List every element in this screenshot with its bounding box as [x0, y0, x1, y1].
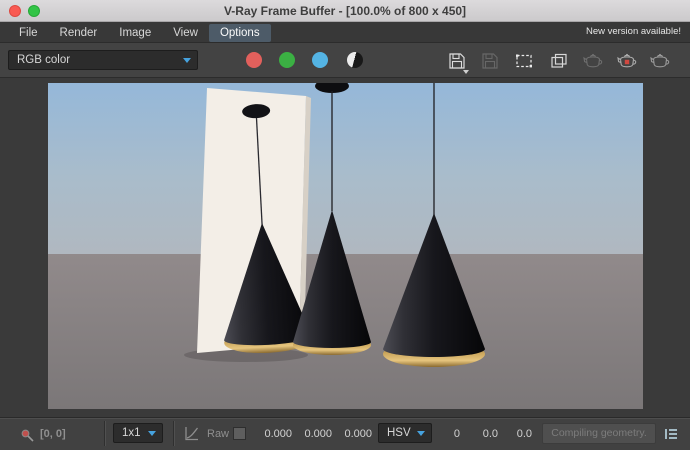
dropdown-arrow-icon [183, 58, 191, 63]
close-button[interactable] [9, 5, 21, 17]
region-render-icon [516, 54, 532, 67]
status-message: Compiling geometry. [542, 423, 656, 444]
sky [48, 83, 643, 254]
curve-icon[interactable] [183, 425, 200, 442]
titlebar: V-Ray Frame Buffer - [100.0% of 800 x 45… [0, 0, 690, 22]
separator [173, 421, 174, 446]
region-render-button[interactable] [513, 50, 535, 71]
pixel-coordinates: [0, 0] [40, 428, 66, 440]
mono-channel-button[interactable] [347, 52, 363, 68]
separator [104, 421, 105, 446]
toolbar: RGB color [0, 43, 690, 78]
raw-value-b: 0.000 [344, 428, 372, 440]
save-all-button[interactable] [479, 50, 501, 71]
dropdown-arrow-icon [417, 431, 425, 436]
hsv-value-v: 0.0 [516, 428, 532, 440]
menu-image[interactable]: Image [108, 24, 162, 42]
menu-view[interactable]: View [162, 24, 209, 42]
traffic-lights [9, 5, 40, 17]
vfb-window: V-Ray Frame Buffer - [100.0% of 800 x 45… [0, 0, 690, 450]
raw-value-r: 0.000 [264, 428, 292, 440]
new-version-notice[interactable]: New version available! [586, 26, 681, 37]
render-teapot-icon [650, 53, 670, 67]
viewport [0, 78, 690, 417]
raw-label: Raw [207, 428, 230, 440]
save-options-arrow-icon[interactable] [463, 70, 469, 74]
stop-render-button[interactable] [616, 50, 638, 71]
duplicate-window-icon [551, 53, 567, 68]
pixel-probe-icon[interactable] [20, 426, 36, 442]
corrections-panel-icon[interactable] [662, 425, 680, 443]
menubar: File Render Image View Options New versi… [0, 22, 690, 43]
hsv-value-s: 0.0 [482, 428, 498, 440]
save-icon [449, 52, 465, 69]
render-button[interactable] [649, 50, 671, 71]
zoom-dropdown[interactable]: 1x1 [113, 423, 163, 443]
channel-dropdown-value: RGB color [17, 54, 71, 66]
stop-render-teapot-icon [617, 53, 637, 67]
channel-dropdown[interactable]: RGB color [8, 50, 198, 70]
color-space-value: HSV [387, 427, 411, 439]
raw-swatch[interactable] [233, 427, 246, 440]
render-last-teapot-icon [583, 53, 603, 67]
menu-file[interactable]: File [8, 24, 49, 42]
statusbar: [0, 0] 1x1 Raw 0.000 0.000 0.000 HSV 0 0… [0, 417, 690, 450]
window-title: V-Ray Frame Buffer - [100.0% of 800 x 45… [223, 4, 467, 18]
zoom-button[interactable] [28, 5, 40, 17]
save-image-button[interactable] [446, 50, 468, 71]
duplicate-to-host-button[interactable] [548, 50, 570, 71]
render-image[interactable] [48, 83, 643, 409]
menu-render[interactable]: Render [49, 24, 109, 42]
menu-options[interactable]: Options [208, 23, 271, 42]
color-space-dropdown[interactable]: HSV [378, 423, 432, 443]
raw-value-g: 0.000 [304, 428, 332, 440]
dropdown-arrow-icon [148, 431, 156, 436]
blue-channel-button[interactable] [312, 52, 328, 68]
save-all-icon [482, 52, 498, 69]
render-last-button[interactable] [582, 50, 604, 71]
zoom-value: 1x1 [122, 427, 141, 439]
green-channel-button[interactable] [279, 52, 295, 68]
hsv-value-h: 0 [453, 428, 460, 440]
red-channel-button[interactable] [246, 52, 262, 68]
